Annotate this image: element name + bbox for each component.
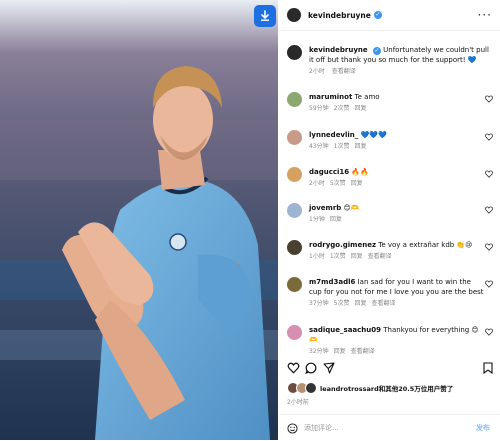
post-actions — [287, 362, 495, 376]
caption-author[interactable]: kevindebruyne — [309, 46, 368, 54]
avatar[interactable] — [287, 92, 302, 107]
see-translation-link[interactable]: 查看翻译 — [351, 348, 375, 355]
add-comment-bar: 添加评论... 发布 — [280, 414, 500, 441]
avatar[interactable] — [287, 8, 301, 22]
avatar[interactable] — [287, 130, 302, 145]
comment-time[interactable]: 1小时 — [309, 253, 325, 260]
heart-icon[interactable] — [485, 280, 493, 288]
comment-likes[interactable]: 5次赞 — [330, 180, 346, 187]
avatar[interactable] — [287, 45, 302, 60]
comment-time[interactable]: 2小时 — [309, 180, 325, 187]
comment-text: 💙💙💙 — [360, 131, 387, 139]
comment-likes[interactable]: 5次赞 — [334, 300, 350, 307]
reply-link[interactable]: 回复 — [354, 105, 366, 112]
comment-user[interactable]: m7md3adl6 — [309, 278, 355, 286]
reply-link[interactable]: 回复 — [354, 300, 366, 307]
post-header: kevindebruyne ✓ ··· — [280, 0, 500, 31]
comment-time[interactable]: 37分钟 — [309, 300, 329, 307]
post-comment-button[interactable]: 发布 — [476, 423, 490, 433]
comment-time[interactable]: 1分钟 — [309, 216, 325, 223]
comment-user[interactable]: lynnedevlin_ — [309, 131, 358, 139]
comment-text: Te voy a extrañar kdb 👏😢 — [378, 241, 473, 249]
share-icon[interactable] — [323, 362, 335, 374]
heart-icon[interactable] — [485, 206, 493, 214]
heart-icon[interactable] — [485, 133, 493, 141]
post-detail-panel: kevindebruyne ✓ ··· kevindebruyne ✓ Unfo… — [280, 0, 500, 440]
player-photo — [0, 0, 278, 440]
heart-icon[interactable] — [485, 170, 493, 178]
see-translation-link[interactable]: 查看翻译 — [332, 68, 356, 75]
verified-badge-icon: ✓ — [372, 47, 381, 55]
likes-text: leandrotrossard和其他20.5万位用户赞了 — [320, 385, 454, 393]
see-translation-link[interactable]: 查看翻译 — [368, 253, 392, 260]
reply-link[interactable]: 回复 — [330, 216, 342, 223]
emoji-icon[interactable] — [287, 422, 298, 434]
comment-text: Te amo — [354, 93, 380, 101]
author-username[interactable]: kevindebruyne — [308, 11, 371, 20]
likes-summary[interactable]: leandrotrossard和其他20.5万位用户赞了 — [287, 382, 453, 394]
comment-likes[interactable]: 2次赞 — [334, 105, 350, 112]
comment-user[interactable]: jovemrb — [309, 204, 341, 212]
avatar — [305, 382, 317, 394]
avatar[interactable] — [287, 277, 302, 292]
caption-time[interactable]: 2小时 — [309, 68, 325, 75]
save-to-device-button[interactable] — [254, 5, 276, 27]
download-icon — [261, 10, 269, 21]
avatar[interactable] — [287, 203, 302, 218]
see-translation-link[interactable]: 查看翻译 — [371, 300, 395, 307]
reply-link[interactable]: 回复 — [354, 143, 366, 150]
reply-link[interactable]: 回复 — [334, 348, 346, 355]
comment-time[interactable]: 32分钟 — [309, 348, 329, 355]
post-timestamp: 2小时前 — [287, 399, 309, 406]
heart-icon[interactable] — [485, 95, 493, 103]
comment-likes[interactable]: 1次赞 — [334, 143, 350, 150]
comment-user[interactable]: rodrygo.gimenez — [309, 241, 376, 249]
avatar[interactable] — [287, 325, 302, 340]
post-photo[interactable] — [0, 0, 278, 440]
comment-user[interactable]: maruminot — [309, 93, 352, 101]
heart-icon[interactable] — [485, 243, 493, 251]
comment-time[interactable]: 59分钟 — [309, 105, 329, 112]
avatar[interactable] — [287, 167, 302, 182]
more-icon[interactable]: ··· — [478, 9, 492, 21]
comment-text: 😊🫶 — [343, 204, 360, 212]
avatar[interactable] — [287, 240, 302, 255]
comment-user[interactable]: dagucci16 — [309, 168, 349, 176]
bookmark-icon[interactable] — [483, 362, 493, 374]
comment-icon[interactable] — [305, 362, 317, 374]
comment-user[interactable]: sadique_saachu09 — [309, 326, 381, 334]
comment-text: 🔥🔥 — [351, 168, 369, 176]
comment-input[interactable]: 添加评论... — [304, 423, 339, 433]
comment-likes[interactable]: 1次赞 — [330, 253, 346, 260]
heart-icon[interactable] — [287, 362, 300, 374]
comment-time[interactable]: 43分钟 — [309, 143, 329, 150]
reply-link[interactable]: 回复 — [351, 253, 363, 260]
verified-badge-icon: ✓ — [373, 11, 382, 19]
reply-link[interactable]: 回复 — [351, 180, 363, 187]
heart-icon[interactable] — [485, 328, 493, 336]
